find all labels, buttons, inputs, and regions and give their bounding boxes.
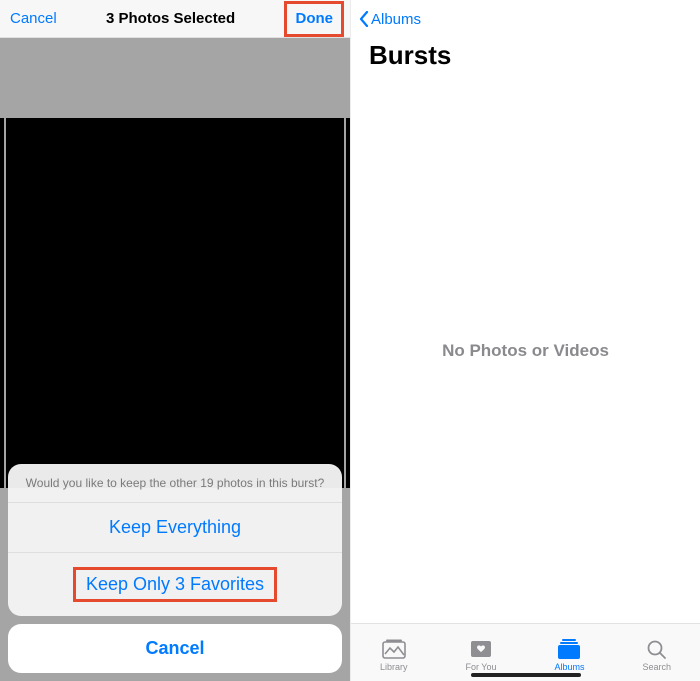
- for-you-icon: [468, 638, 494, 660]
- tab-label: Search: [642, 662, 671, 672]
- home-indicator[interactable]: [471, 673, 581, 677]
- albums-icon: [556, 638, 582, 660]
- empty-state-message: No Photos or Videos: [351, 79, 700, 623]
- nav-title: 3 Photos Selected: [106, 10, 235, 27]
- bursts-album-screen: Albums Bursts No Photos or Videos Librar…: [350, 0, 700, 681]
- action-sheet-group: Would you like to keep the other 19 phot…: [8, 464, 342, 616]
- navbar: Albums: [351, 0, 700, 38]
- keep-favorites-label: Keep Only 3 Favorites: [86, 574, 264, 594]
- tab-label: For You: [465, 662, 496, 672]
- burst-selection-screen: Cancel 3 Photos Selected Done Would you …: [0, 0, 350, 681]
- action-sheet: Would you like to keep the other 19 phot…: [8, 464, 342, 673]
- navbar: Cancel 3 Photos Selected Done: [0, 0, 350, 38]
- back-button[interactable]: Albums: [359, 11, 421, 28]
- done-button-highlight: Done: [284, 1, 344, 37]
- cancel-button[interactable]: Cancel: [10, 10, 57, 27]
- tab-label: Library: [380, 662, 408, 672]
- tab-library[interactable]: Library: [380, 638, 408, 672]
- photo-preview-area: Would you like to keep the other 19 phot…: [0, 38, 350, 681]
- tab-for-you[interactable]: For You: [465, 638, 496, 672]
- action-sheet-cancel-button[interactable]: Cancel: [8, 624, 342, 673]
- library-icon: [381, 638, 407, 660]
- done-button[interactable]: Done: [295, 10, 333, 27]
- back-label: Albums: [371, 11, 421, 28]
- tab-label: Albums: [554, 662, 584, 672]
- tab-albums[interactable]: Albums: [554, 638, 584, 672]
- chevron-left-icon: [359, 11, 369, 27]
- search-icon: [644, 638, 670, 660]
- tab-search[interactable]: Search: [642, 638, 671, 672]
- page-title: Bursts: [351, 38, 700, 79]
- keep-everything-button[interactable]: Keep Everything: [8, 503, 342, 553]
- keep-favorites-highlight: Keep Only 3 Favorites: [73, 567, 277, 602]
- keep-favorites-row[interactable]: Keep Only 3 Favorites: [8, 553, 342, 616]
- action-sheet-prompt: Would you like to keep the other 19 phot…: [8, 464, 342, 503]
